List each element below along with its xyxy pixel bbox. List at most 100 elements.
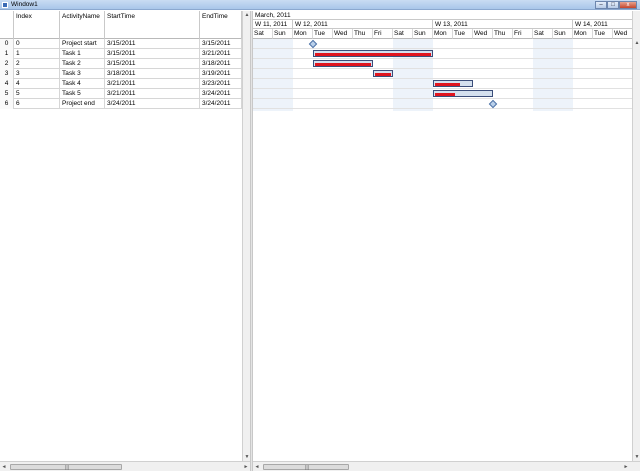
gantt-day-header: Tue: [593, 29, 613, 39]
gantt-day-header: Fri: [373, 29, 393, 39]
activity-name-cell[interactable]: Project start: [60, 39, 105, 49]
gantt-row: [253, 39, 632, 49]
index-cell[interactable]: 4: [14, 79, 60, 89]
row-header-cell[interactable]: 6: [0, 99, 14, 109]
table-row[interactable]: 6 6 Project end 3/24/2011 3/24/2011: [0, 99, 242, 109]
grip-icon: |||: [65, 465, 69, 471]
table-row[interactable]: 3 3 Task 3 3/18/2011 3/19/2011: [0, 69, 242, 79]
gantt-week-header: W 12, 2011: [293, 20, 433, 29]
title-bar: Window1 – □ x: [0, 0, 640, 10]
end-time-cell[interactable]: 3/19/2011: [200, 69, 242, 79]
end-time-cell[interactable]: 3/24/2011: [200, 89, 242, 99]
task-bar[interactable]: [313, 60, 373, 67]
grid-horizontal-scrollbar[interactable]: ◄ ||| ►: [0, 461, 250, 471]
task-bar[interactable]: [313, 50, 433, 57]
gantt-day-header: Tue: [313, 29, 333, 39]
scroll-up-icon[interactable]: ▲: [633, 39, 640, 47]
end-time-cell[interactable]: 3/15/2011: [200, 39, 242, 49]
column-header-activityname[interactable]: ActivityName: [60, 11, 105, 39]
column-header-starttime[interactable]: StartTime: [105, 11, 200, 39]
start-time-cell[interactable]: 3/21/2011: [105, 79, 200, 89]
table-row[interactable]: 0 0 Project start 3/15/2011 3/15/2011: [0, 39, 242, 49]
gantt-day-header: Sun: [413, 29, 433, 39]
table-row[interactable]: 4 4 Task 4 3/21/2011 3/23/2011: [0, 79, 242, 89]
column-header-index[interactable]: Index: [14, 11, 60, 39]
gantt-row: [253, 99, 632, 109]
activity-name-cell[interactable]: Project end: [60, 99, 105, 109]
gantt-day-header: Tue: [453, 29, 473, 39]
index-cell[interactable]: 2: [14, 59, 60, 69]
gantt-month-header: March, 2011: [253, 11, 632, 20]
column-header-rowheader[interactable]: [0, 11, 14, 39]
minimize-button[interactable]: –: [595, 1, 607, 9]
gantt-vertical-scrollbar[interactable]: ▲ ▼: [632, 11, 640, 461]
gantt-day-header: Thu: [353, 29, 373, 39]
grip-icon: |||: [305, 465, 309, 471]
app-icon: [2, 2, 8, 8]
task-bar[interactable]: [373, 70, 393, 77]
index-cell[interactable]: 5: [14, 89, 60, 99]
scroll-right-icon[interactable]: ►: [622, 463, 630, 471]
gantt-horizontal-scrollbar[interactable]: ◄ ||| ►: [253, 461, 640, 471]
row-header-cell[interactable]: 5: [0, 89, 14, 99]
gantt-day-header: Wed: [333, 29, 353, 39]
gantt-row: [253, 89, 632, 99]
activity-name-cell[interactable]: Task 4: [60, 79, 105, 89]
gantt-day-header: Sun: [273, 29, 293, 39]
gantt-day-header: Fri: [513, 29, 533, 39]
activity-name-cell[interactable]: Task 1: [60, 49, 105, 59]
end-time-cell[interactable]: 3/18/2011: [200, 59, 242, 69]
scroll-left-icon[interactable]: ◄: [0, 463, 8, 471]
index-cell[interactable]: 1: [14, 49, 60, 59]
end-time-cell[interactable]: 3/24/2011: [200, 99, 242, 109]
task-bar[interactable]: [433, 80, 473, 87]
index-cell[interactable]: 0: [14, 39, 60, 49]
table-row[interactable]: 2 2 Task 2 3/15/2011 3/18/2011: [0, 59, 242, 69]
activity-name-cell[interactable]: Task 3: [60, 69, 105, 79]
row-header-cell[interactable]: 0: [0, 39, 14, 49]
table-row[interactable]: 1 1 Task 1 3/15/2011 3/21/2011: [0, 49, 242, 59]
task-grid: Index ActivityName StartTime EndTime 00P…: [0, 11, 242, 461]
column-header-endtime[interactable]: EndTime: [200, 11, 242, 39]
milestone-icon[interactable]: [488, 99, 498, 109]
start-time-cell[interactable]: 3/21/2011: [105, 89, 200, 99]
gantt-scroll-thumb[interactable]: |||: [263, 464, 349, 471]
row-header-cell[interactable]: 3: [0, 69, 14, 79]
milestone-icon[interactable]: [308, 39, 318, 49]
table-row[interactable]: 5 5 Task 5 3/21/2011 3/24/2011: [0, 89, 242, 99]
row-header-cell[interactable]: 1: [0, 49, 14, 59]
end-time-cell[interactable]: 3/23/2011: [200, 79, 242, 89]
start-time-cell[interactable]: 3/15/2011: [105, 39, 200, 49]
task-progress: [435, 83, 461, 86]
gantt-row: [253, 69, 632, 79]
start-time-cell[interactable]: 3/18/2011: [105, 69, 200, 79]
scroll-down-icon[interactable]: ▼: [633, 453, 640, 461]
gantt-row: [253, 59, 632, 69]
index-cell[interactable]: 3: [14, 69, 60, 79]
row-header-cell[interactable]: 2: [0, 59, 14, 69]
close-button[interactable]: x: [619, 1, 637, 9]
scroll-left-icon[interactable]: ◄: [253, 463, 261, 471]
index-cell[interactable]: 6: [14, 99, 60, 109]
activity-name-cell[interactable]: Task 2: [60, 59, 105, 69]
gantt-day-header: Sat: [393, 29, 413, 39]
window-title: Window1: [11, 1, 38, 8]
gantt-day-header: Mon: [573, 29, 593, 39]
task-bar[interactable]: [433, 90, 493, 97]
start-time-cell[interactable]: 3/24/2011: [105, 99, 200, 109]
grid-scroll-thumb[interactable]: |||: [10, 464, 122, 471]
end-time-cell[interactable]: 3/21/2011: [200, 49, 242, 59]
row-header-cell[interactable]: 4: [0, 79, 14, 89]
activity-name-cell[interactable]: Task 5: [60, 89, 105, 99]
gantt-row: [253, 79, 632, 89]
start-time-cell[interactable]: 3/15/2011: [105, 49, 200, 59]
task-progress: [375, 73, 391, 76]
task-progress: [435, 93, 455, 96]
gantt-row: [253, 49, 632, 59]
grid-vertical-scrollbar[interactable]: ▲ ▼: [242, 11, 250, 461]
scroll-right-icon[interactable]: ►: [242, 463, 250, 471]
start-time-cell[interactable]: 3/15/2011: [105, 59, 200, 69]
window-controls: – □ x: [595, 1, 637, 9]
maximize-button[interactable]: □: [607, 1, 619, 9]
gantt-day-header: Mon: [293, 29, 313, 39]
